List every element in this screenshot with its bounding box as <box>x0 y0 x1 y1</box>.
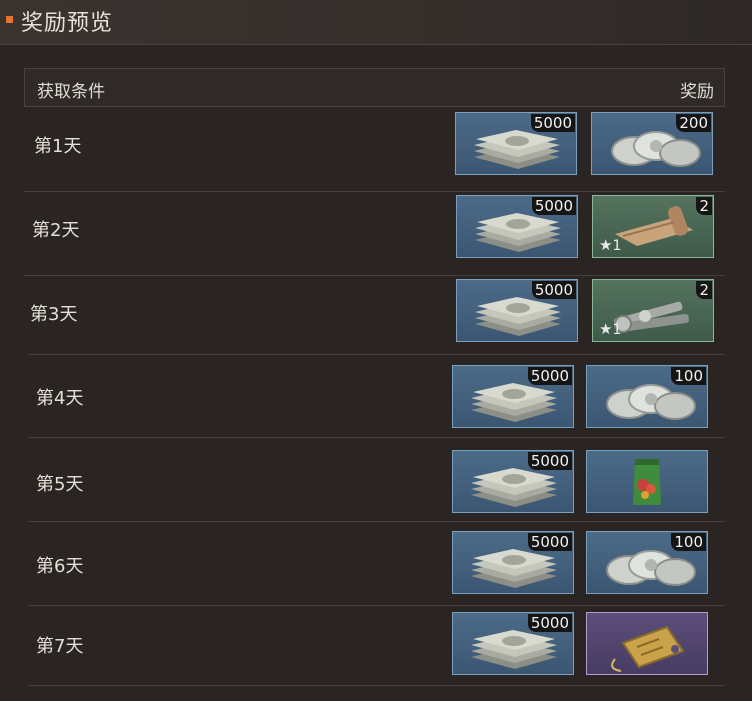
reward-row-day-2: 第2天 5000 2 ★1 <box>24 192 725 276</box>
reward-slot-cash[interactable]: 5000 <box>452 365 574 428</box>
quantity-badge: 200 <box>676 114 711 132</box>
table-header: 获取条件 奖励 <box>24 68 725 107</box>
reward-slot-cash[interactable]: 5000 <box>452 612 574 675</box>
quantity-badge: 2 <box>696 281 712 299</box>
day-label: 第3天 <box>30 304 78 325</box>
reward-slot-seed-packet[interactable] <box>586 450 708 513</box>
quantity-badge: 5000 <box>527 452 572 470</box>
row-divider <box>28 685 725 686</box>
reward-slot-cash[interactable]: 5000 <box>456 279 578 342</box>
panel-title: 奖励预览 <box>21 11 114 36</box>
day-label: 第7天 <box>36 636 84 657</box>
star-icon: ★ <box>599 320 613 338</box>
reward-row-day-4: 第4天 5000 100 <box>28 354 725 438</box>
quantity-badge: 5000 <box>530 114 575 132</box>
quantity-badge: 100 <box>671 367 706 385</box>
reward-column-header: 奖励 <box>680 82 714 102</box>
reward-slot-gold-tag[interactable] <box>586 612 708 675</box>
star-level-badge: ★1 <box>599 236 621 254</box>
row-divider <box>28 354 725 355</box>
reward-slot-coins[interactable]: 100 <box>586 531 708 594</box>
gold-tag-icon <box>611 625 685 672</box>
day-label: 第5天 <box>36 474 84 495</box>
day-label: 第2天 <box>32 220 80 241</box>
reward-slot-leather[interactable]: 2 ★1 <box>592 195 714 258</box>
star-icon: ★ <box>599 236 613 254</box>
reward-slot-cash[interactable]: 5000 <box>455 112 577 175</box>
reward-slot-bolts[interactable]: 2 ★1 <box>592 279 714 342</box>
reward-row-day-1: 第1天 5000 200 <box>24 108 725 192</box>
seed-packet-icon <box>633 459 661 505</box>
quantity-badge: 5000 <box>527 614 572 632</box>
quantity-badge: 5000 <box>531 197 576 215</box>
quantity-badge: 5000 <box>527 367 572 385</box>
quantity-badge: 100 <box>671 533 706 551</box>
star-level-value: 1 <box>612 238 622 254</box>
reward-slot-cash[interactable]: 5000 <box>456 195 578 258</box>
reward-row-day-6: 第6天 5000 100 <box>28 522 725 606</box>
reward-row-day-7: 第7天 5000 <box>28 606 725 686</box>
quantity-badge: 5000 <box>531 281 576 299</box>
title-accent-mark <box>6 16 13 23</box>
quantity-badge: 2 <box>696 197 712 215</box>
condition-column-header: 获取条件 <box>37 82 105 102</box>
star-level-value: 1 <box>612 322 622 338</box>
day-label: 第1天 <box>34 136 82 157</box>
reward-slot-coins[interactable]: 200 <box>591 112 713 175</box>
reward-slot-cash[interactable]: 5000 <box>452 531 574 594</box>
reward-row-day-5: 第5天 5000 <box>28 438 725 522</box>
reward-row-day-3: 第3天 5000 2 ★1 <box>24 276 725 360</box>
quantity-badge: 5000 <box>527 533 572 551</box>
panel-header: 奖励预览 <box>0 0 752 45</box>
day-label: 第6天 <box>36 556 84 577</box>
reward-slot-cash[interactable]: 5000 <box>452 450 574 513</box>
reward-slot-coins[interactable]: 100 <box>586 365 708 428</box>
star-level-badge: ★1 <box>599 320 621 338</box>
day-label: 第4天 <box>36 388 84 409</box>
